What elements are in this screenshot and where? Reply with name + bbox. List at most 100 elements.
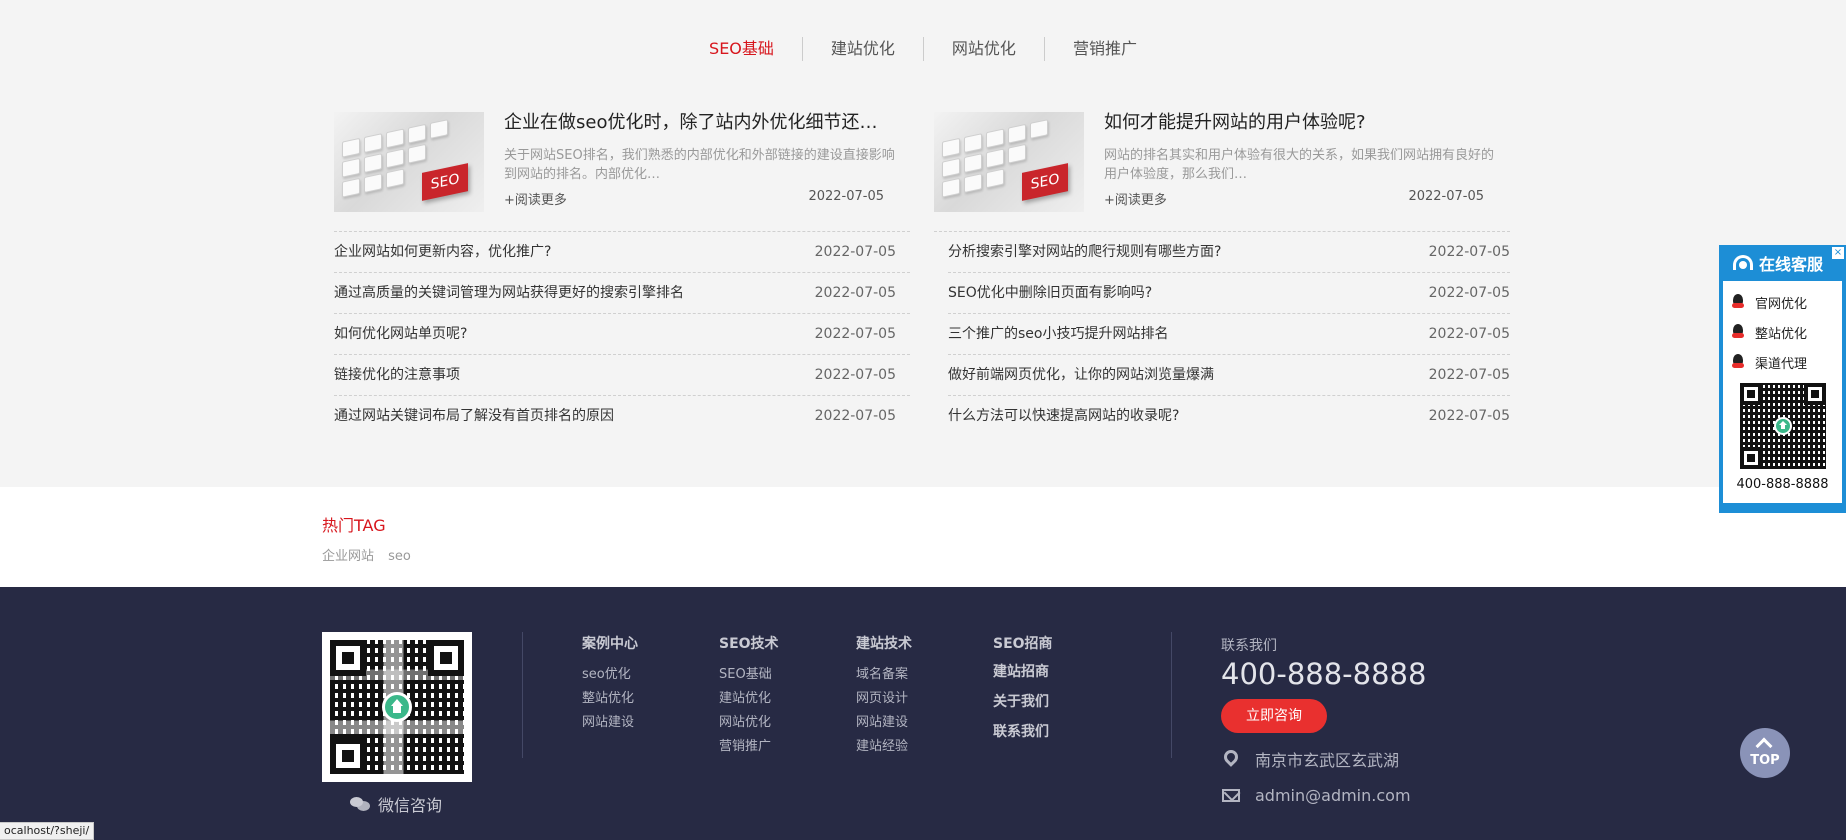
list-item[interactable]: 通过高质量的关键词管理为网站获得更好的搜索引擎排名 2022-07-05 xyxy=(334,273,910,314)
consult-now-button[interactable]: 立即咨询 xyxy=(1221,699,1327,733)
address-text: 南京市玄武区玄武湖 xyxy=(1255,751,1400,770)
footer-col-title[interactable]: SEO招商 xyxy=(993,633,1053,653)
list-item-date: 2022-07-05 xyxy=(1428,367,1510,383)
list-item[interactable]: 企业网站如何更新内容，优化推广? 2022-07-05 xyxy=(334,232,910,273)
list-item-title[interactable]: SEO优化中删除旧页面有影响吗? xyxy=(948,285,1152,301)
service-item-label: 渠道代理 xyxy=(1755,356,1808,372)
list-item[interactable]: 分析搜索引擎对网站的爬行规则有哪些方面? 2022-07-05 xyxy=(948,232,1510,273)
qq-icon xyxy=(1731,354,1745,370)
list-item-date: 2022-07-05 xyxy=(814,285,896,301)
qq-icon xyxy=(1731,324,1745,340)
read-more-link[interactable]: +阅读更多 xyxy=(1104,189,1167,208)
footer-link[interactable]: SEO基础 xyxy=(719,663,779,687)
article-thumbnail[interactable]: SEO xyxy=(934,112,1084,212)
footer-link[interactable]: 营销推广 xyxy=(719,735,779,759)
featured-article-title[interactable]: 企业在做seo优化时，除了站内外优化细节还… xyxy=(504,112,900,134)
list-item[interactable]: 如何优化网站单页呢? 2022-07-05 xyxy=(334,314,910,355)
list-item-title[interactable]: 什么方法可以快速提高网站的收录呢? xyxy=(948,408,1179,424)
address-row: 南京市玄武区玄武湖 xyxy=(1221,747,1521,771)
tag-link[interactable]: 企业网站 xyxy=(322,549,374,564)
browser-status-bar: ocalhost/?sheji/ xyxy=(0,822,95,840)
list-item[interactable]: 链接优化的注意事项 2022-07-05 xyxy=(334,355,910,396)
list-item[interactable]: SEO优化中删除旧页面有影响吗? 2022-07-05 xyxy=(948,273,1510,314)
hot-tags-list: 企业网站 seo xyxy=(322,545,421,564)
service-item[interactable]: 整站优化 xyxy=(1723,317,1842,347)
mail-icon xyxy=(1221,785,1241,805)
qr-code-pattern xyxy=(330,640,464,774)
list-item-title[interactable]: 通过网站关键词布局了解没有首页排名的原因 xyxy=(334,408,614,424)
news-column-right: SEO 如何才能提升网站的用户体验呢? 网站的排名其实和用户体验有很大的关系，如… xyxy=(934,112,1510,437)
list-item-date: 2022-07-05 xyxy=(814,244,896,260)
footer-col-cases: 案例中心 seo优化 整站优化 网站建设 xyxy=(582,633,638,735)
service-body: 官网优化 整站优化 渠道代理 400-888-8888 xyxy=(1723,281,1842,503)
location-pin-icon xyxy=(1221,747,1241,769)
footer-link[interactable]: seo优化 xyxy=(582,663,638,687)
list-item-date: 2022-07-05 xyxy=(1428,326,1510,342)
footer-link[interactable]: 建站招商 xyxy=(993,657,1053,687)
featured-article[interactable]: SEO 企业在做seo优化时，除了站内外优化细节还… 关于网站SEO排名，我们熟… xyxy=(334,112,910,212)
service-item[interactable]: 官网优化 xyxy=(1723,287,1842,317)
footer-col-title[interactable]: SEO技术 xyxy=(719,633,779,653)
list-item-title[interactable]: 如何优化网站单页呢? xyxy=(334,326,467,342)
footer-link[interactable]: 域名备案 xyxy=(856,663,912,687)
footer-link[interactable]: 网站建设 xyxy=(582,711,638,735)
email-text[interactable]: admin@admin.com xyxy=(1255,786,1411,805)
tab-seo-basics[interactable]: SEO基础 xyxy=(681,37,802,61)
featured-article-body: 如何才能提升网站的用户体验呢? 网站的排名其实和用户体验有很大的关系，如果我们网… xyxy=(1104,112,1500,212)
list-item-title[interactable]: 做好前端网页优化，让你的网站浏览量爆满 xyxy=(948,367,1214,383)
tab-marketing[interactable]: 营销推广 xyxy=(1043,37,1165,61)
footer-link[interactable]: 建站优化 xyxy=(719,687,779,711)
service-title: 在线客服 xyxy=(1759,255,1824,274)
service-phone: 400-888-8888 xyxy=(1736,477,1829,492)
tag-link[interactable]: seo xyxy=(388,549,411,564)
featured-article[interactable]: SEO 如何才能提升网站的用户体验呢? 网站的排名其实和用户体验有很大的关系，如… xyxy=(934,112,1510,212)
list-item-title[interactable]: 三个推广的seo小技巧提升网站排名 xyxy=(948,326,1168,342)
contact-label: 联系我们 xyxy=(1221,638,1277,654)
list-item-title[interactable]: 企业网站如何更新内容，优化推广? xyxy=(334,244,551,260)
article-thumbnail[interactable]: SEO xyxy=(334,112,484,212)
wechat-icon xyxy=(350,797,370,811)
footer-col-seo-agency: SEO招商 建站招商 关于我们 联系我们 xyxy=(993,633,1053,747)
footer-link[interactable]: 网站建设 xyxy=(856,711,912,735)
footer-link[interactable]: 建站经验 xyxy=(856,735,912,759)
footer-col-build-tech: 建站技术 域名备案 网页设计 网站建设 建站经验 xyxy=(856,633,912,759)
wechat-consult[interactable]: 微信咨询 xyxy=(350,792,442,816)
list-item-title[interactable]: 分析搜索引擎对网站的爬行规则有哪些方面? xyxy=(948,244,1221,260)
footer-link[interactable]: 整站优化 xyxy=(582,687,638,711)
footer-link[interactable]: 网页设计 xyxy=(856,687,912,711)
list-item-title[interactable]: 链接优化的注意事项 xyxy=(334,367,460,383)
close-icon[interactable]: × xyxy=(1832,247,1844,259)
online-service-panel: 在线客服 × 官网优化 整站优化 渠道代理 400-888-8888 xyxy=(1719,245,1846,513)
footer-link[interactable]: 关于我们 xyxy=(993,687,1053,717)
news-list: 企业网站如何更新内容，优化推广? 2022-07-05 通过高质量的关键词管理为网… xyxy=(334,231,910,437)
footer-col-title[interactable]: 案例中心 xyxy=(582,633,638,653)
read-more-link[interactable]: +阅读更多 xyxy=(504,189,567,208)
news-list: 分析搜索引擎对网站的爬行规则有哪些方面? 2022-07-05 SEO优化中删除旧… xyxy=(934,231,1510,437)
footer-link[interactable]: 网站优化 xyxy=(719,711,779,735)
list-item[interactable]: 做好前端网页优化，让你的网站浏览量爆满 2022-07-05 xyxy=(948,355,1510,396)
featured-article-title[interactable]: 如何才能提升网站的用户体验呢? xyxy=(1104,112,1500,134)
service-item[interactable]: 渠道代理 xyxy=(1723,347,1842,377)
list-item[interactable]: 通过网站关键词布局了解没有首页排名的原因 2022-07-05 xyxy=(334,396,910,437)
footer-link[interactable]: 联系我们 xyxy=(993,717,1053,747)
tab-site-optimization[interactable]: 网站优化 xyxy=(922,37,1044,61)
contact-block: 联系我们 400-888-8888 立即咨询 南京市玄武区玄武湖 admin@a… xyxy=(1221,635,1521,805)
news-column-left: SEO 企业在做seo优化时，除了站内外优化细节还… 关于网站SEO排名，我们熟… xyxy=(334,112,910,437)
list-item-title[interactable]: 通过高质量的关键词管理为网站获得更好的搜索引擎排名 xyxy=(334,285,684,301)
service-item-label: 官网优化 xyxy=(1755,296,1808,312)
featured-article-desc: 关于网站SEO排名，我们熟悉的内部优化和外部链接的建设直接影响到网站的排名。内部… xyxy=(504,148,895,182)
tab-site-building[interactable]: 建站优化 xyxy=(801,37,923,61)
footer-col-title[interactable]: 建站技术 xyxy=(856,633,912,653)
hot-tags-section: 热门TAG 企业网站 seo xyxy=(0,487,1846,587)
list-item[interactable]: 三个推广的seo小技巧提升网站排名 2022-07-05 xyxy=(948,314,1510,355)
news-section: SEO基础 建站优化 网站优化 营销推广 SEO 企业在做seo优化时，除了站内… xyxy=(0,0,1846,487)
back-to-top-button[interactable]: TOP xyxy=(1740,728,1790,778)
home-icon xyxy=(382,692,412,722)
list-item-date: 2022-07-05 xyxy=(1428,244,1510,260)
chevron-up-icon xyxy=(1755,737,1773,755)
list-item-date: 2022-07-05 xyxy=(814,367,896,383)
contact-phone: 400-888-8888 xyxy=(1221,657,1427,691)
service-item-label: 整站优化 xyxy=(1755,326,1808,342)
list-item[interactable]: 什么方法可以快速提高网站的收录呢? 2022-07-05 xyxy=(948,396,1510,437)
featured-article-desc: 网站的排名其实和用户体验有很大的关系，如果我们网站拥有良好的用户体验度，那么我们… xyxy=(1104,148,1495,182)
